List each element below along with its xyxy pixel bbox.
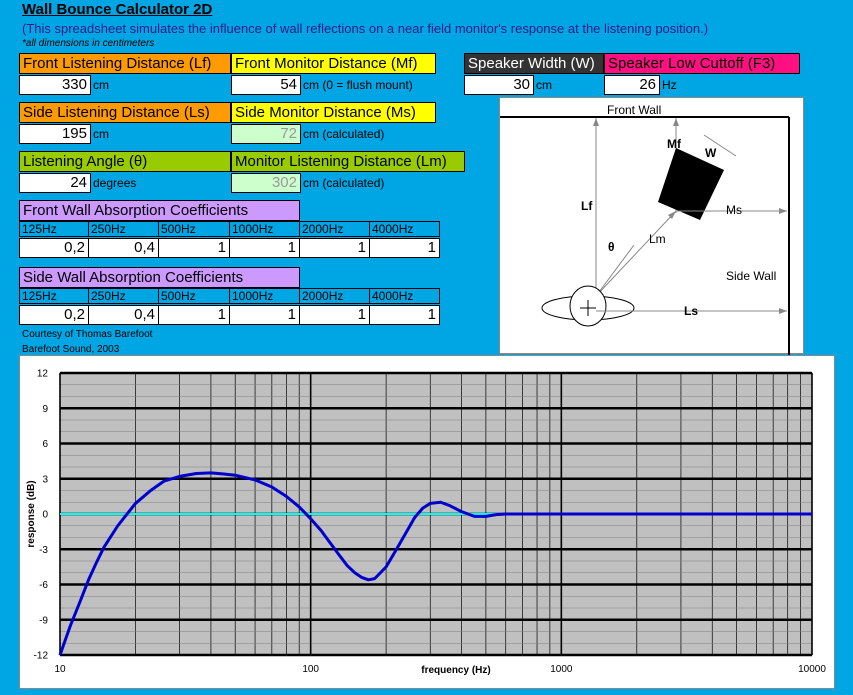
page-title: Wall Bounce Calculator 2D xyxy=(22,1,213,18)
listening-angle-label: Listening Angle (θ) xyxy=(19,151,231,172)
x-tick-label: 10 xyxy=(54,664,66,675)
front-coef-250[interactable]: 0,4 xyxy=(89,238,159,258)
y-tick-label: -3 xyxy=(39,545,48,556)
side-coef-500[interactable]: 1 xyxy=(159,305,230,325)
listening-angle-unit: degrees xyxy=(93,176,137,190)
y-axis-label: response (dB) xyxy=(26,480,37,547)
y-tick-label: 0 xyxy=(42,510,48,521)
dimensions-note: *all dimensions in centimeters xyxy=(22,38,155,49)
y-tick-label: -6 xyxy=(39,580,48,591)
monitor-listening-value: 302 xyxy=(231,173,301,193)
x-tick-label: 1000 xyxy=(550,664,573,675)
monitor-listening-unit: cm (calculated) xyxy=(303,176,385,190)
side-monitor-unit: cm (calculated) xyxy=(303,127,385,141)
y-tick-label: 12 xyxy=(37,369,49,380)
y-tick-label: 3 xyxy=(42,474,48,485)
y-tick-label: -12 xyxy=(34,651,49,662)
front-coef-125[interactable]: 0,2 xyxy=(19,238,89,258)
front-band-500: 500Hz xyxy=(159,221,230,237)
front-coef-4000[interactable]: 1 xyxy=(370,238,440,258)
side-band-4000: 4000Hz xyxy=(370,288,440,304)
front-monitor-label: Front Monitor Distance (Mf) xyxy=(231,53,436,74)
listening-angle-input[interactable]: 24 xyxy=(19,173,91,193)
side-monitor-value: 72 xyxy=(231,124,301,144)
front-band-1000: 1000Hz xyxy=(230,221,300,237)
front-listening-label: Front Listening Distance (Lf) xyxy=(19,53,231,74)
front-band-4000: 4000Hz xyxy=(370,221,440,237)
side-coef-250[interactable]: 0,4 xyxy=(89,305,159,325)
x-axis-label: frequency (Hz) xyxy=(421,665,490,676)
y-tick-label: 9 xyxy=(42,404,48,415)
front-band-250: 250Hz xyxy=(89,221,159,237)
theta-label: θ xyxy=(608,240,615,254)
y-tick-label: -9 xyxy=(39,615,48,626)
credit-author: Courtesy of Thomas Barefoot xyxy=(22,329,153,340)
front-band-125: 125Hz xyxy=(19,221,89,237)
side-coef-1000[interactable]: 1 xyxy=(230,305,300,325)
front-coef-500[interactable]: 1 xyxy=(159,238,230,258)
front-absorption-label: Front Wall Absorption Coefficients xyxy=(19,200,300,221)
response-chart-svg: -12 -9 -6 -3 0 3 6 9 12 10 100 1000 10000 frequency… xyxy=(26,369,826,677)
response-chart: -12 -9 -6 -3 0 3 6 9 12 10 100 1000 10000 frequency… xyxy=(19,355,835,689)
low-cutoff-input[interactable]: 26 xyxy=(604,75,660,95)
low-cutoff-label: Speaker Low Cuttoff (F3) xyxy=(604,53,800,74)
lf-label: Lf xyxy=(581,199,593,213)
speaker-width-unit: cm xyxy=(536,78,552,92)
front-monitor-input[interactable]: 54 xyxy=(231,75,301,95)
speaker-width-label: Speaker Width (W) xyxy=(464,53,604,74)
theta-arm xyxy=(595,244,635,297)
y-tick-label: 6 xyxy=(42,439,48,450)
side-band-250: 250Hz xyxy=(89,288,159,304)
side-coef-2000[interactable]: 1 xyxy=(300,305,370,325)
side-absorption-label: Side Wall Absorption Coefficients xyxy=(19,267,300,288)
credit-company: Barefoot Sound, 2003 xyxy=(22,344,120,355)
side-band-2000: 2000Hz xyxy=(300,288,370,304)
side-coef-125[interactable]: 0,2 xyxy=(19,305,89,325)
x-tick-label: 10000 xyxy=(798,664,826,675)
side-wall-label: Side Wall xyxy=(726,269,776,283)
side-coef-4000[interactable]: 1 xyxy=(370,305,440,325)
front-listening-input[interactable]: 330 xyxy=(19,75,91,95)
side-band-125: 125Hz xyxy=(19,288,89,304)
front-wall-label: Front Wall xyxy=(607,103,661,117)
front-band-2000: 2000Hz xyxy=(300,221,370,237)
side-listening-input[interactable]: 195 xyxy=(19,124,91,144)
side-monitor-label: Side Monitor Distance (Ms) xyxy=(231,102,436,123)
side-listening-label: Side Listening Distance (Ls) xyxy=(19,102,231,123)
lm-label: Lm xyxy=(649,232,666,246)
side-band-500: 500Hz xyxy=(159,288,230,304)
ls-label: Ls xyxy=(684,304,698,318)
page-subtitle: (This spreadsheet simulates the influenc… xyxy=(22,21,709,36)
w-label: W xyxy=(705,146,717,160)
side-listening-unit: cm xyxy=(93,127,109,141)
monitor-listening-label: Monitor Listening Distance (Lm) xyxy=(231,151,465,172)
x-tick-label: 100 xyxy=(302,664,319,675)
front-monitor-unit: cm (0 = flush mount) xyxy=(303,78,413,92)
front-coef-2000[interactable]: 1 xyxy=(300,238,370,258)
ms-label: Ms xyxy=(726,203,742,217)
mf-label: Mf xyxy=(667,137,682,151)
room-diagram: Front Wall Side Wall Lf Mf W Ms Lm θ Ls xyxy=(499,97,804,355)
low-cutoff-unit: Hz xyxy=(662,78,677,92)
front-listening-unit: cm xyxy=(93,78,109,92)
front-coef-1000[interactable]: 1 xyxy=(230,238,300,258)
speaker-width-input[interactable]: 30 xyxy=(464,75,534,95)
side-band-1000: 1000Hz xyxy=(230,288,300,304)
